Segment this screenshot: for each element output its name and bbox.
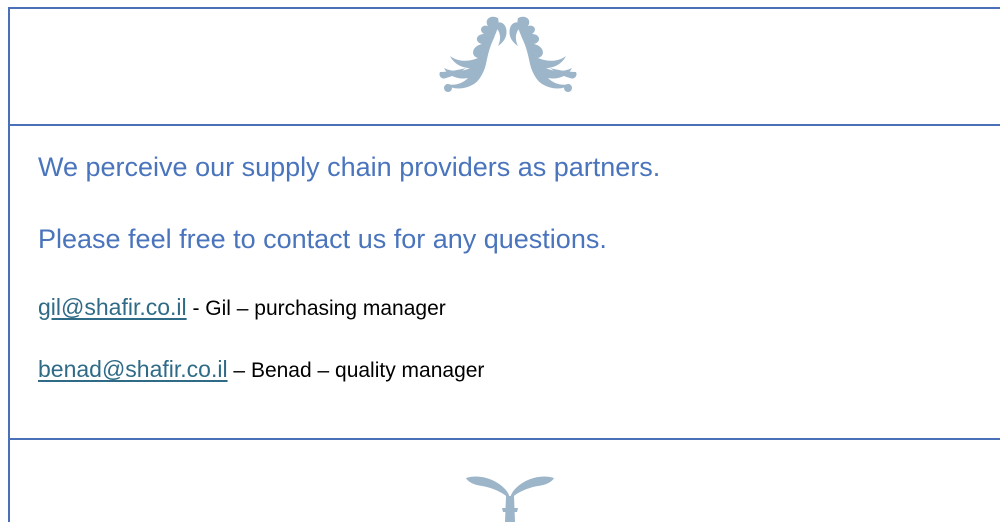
floral-scroll-icon (439, 16, 577, 92)
contact-section: We perceive our supply chain providers a… (38, 150, 978, 385)
partners-statement: We perceive our supply chain providers a… (38, 152, 661, 182)
top-divider (8, 124, 1000, 126)
contact-invitation: Please feel free to contact us for any q… (38, 224, 607, 254)
contact-separator: - (186, 297, 206, 320)
contact-row-gil: gil@shafir.co.il - Gil – purchasing mana… (38, 293, 978, 323)
email-link-benad[interactable]: benad@shafir.co.il (38, 356, 228, 382)
contact-separator: – (227, 359, 251, 382)
contact-description-benad: Benad – quality manager (250, 359, 485, 382)
leaf-sprout-icon (466, 476, 554, 522)
contact-row-benad: benad@shafir.co.il – Benad – quality man… (38, 355, 978, 385)
bottom-divider (8, 438, 1000, 440)
contact-description-gil: Gil – purchasing manager (205, 297, 446, 320)
email-link-gil[interactable]: gil@shafir.co.il (38, 294, 187, 320)
